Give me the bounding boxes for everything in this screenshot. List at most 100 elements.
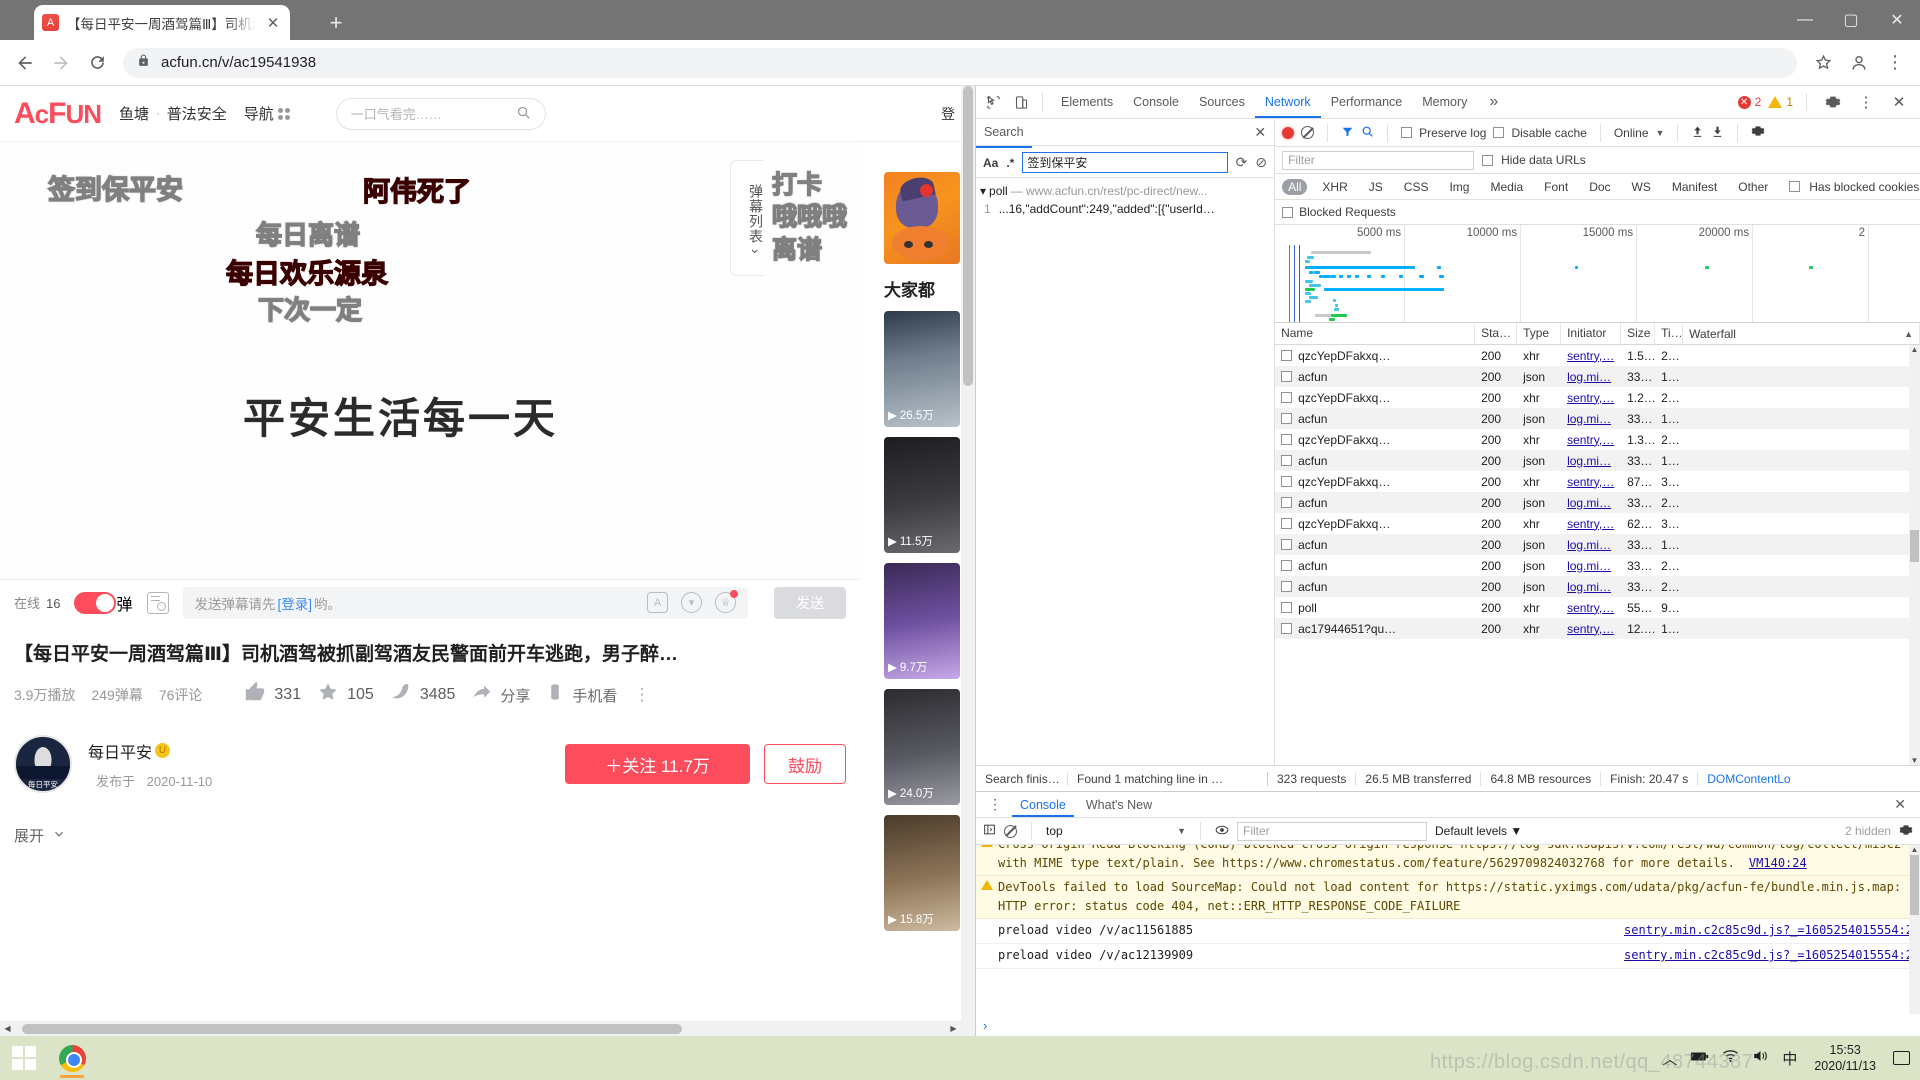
console-filter-input[interactable]: Filter (1237, 822, 1427, 841)
col-status[interactable]: Sta… (1475, 323, 1517, 344)
network-settings-gear-icon[interactable] (1751, 124, 1765, 141)
search-clear-icon[interactable]: ⊘ (1255, 154, 1267, 171)
row-checkbox[interactable] (1281, 434, 1292, 445)
row-initiator[interactable]: sentry,… (1561, 349, 1621, 363)
console-scroll-thumb[interactable] (1910, 855, 1919, 915)
network-row[interactable]: ac17944651?qu…200xhrsentry,…12.…1… (1275, 618, 1920, 639)
browser-menu-icon[interactable]: ⋮ (1878, 46, 1912, 80)
col-name[interactable]: Name (1275, 323, 1475, 344)
danmaku-list-tab[interactable]: 弹幕列表 › (730, 160, 764, 276)
row-checkbox[interactable] (1281, 455, 1292, 466)
error-count[interactable]: ✕ 2 (1738, 95, 1762, 109)
row-initiator[interactable]: sentry,… (1561, 622, 1621, 636)
row-initiator-link[interactable]: sentry,… (1567, 622, 1614, 636)
mobile-watch-button[interactable]: 手机看 (546, 683, 617, 707)
avatar[interactable]: 每日平安 (14, 735, 72, 793)
row-checkbox[interactable] (1281, 392, 1292, 403)
search-result-line[interactable]: 1 ...16,"addCount":249,"added":[{"userId… (980, 202, 1270, 216)
row-initiator[interactable]: sentry,… (1561, 391, 1621, 405)
network-table-body[interactable]: qzcYepDFakxq…200xhrsentry,…1.5…2… acfun20… (1275, 345, 1920, 765)
gift-icon[interactable]: ♕ (715, 592, 736, 613)
network-row[interactable]: acfun200jsonlog.mi…33…1… (1275, 408, 1920, 429)
banana-button[interactable]: 3485 (390, 681, 456, 709)
wifi-icon[interactable] (1722, 1049, 1739, 1067)
inspect-element-icon[interactable] (980, 89, 1006, 115)
video-player[interactable]: AcFUN 签到保平安阿伟死了每日离谱每日欢乐源泉下次一定平安生活每一天两分钟前… (0, 142, 860, 579)
close-window-button[interactable]: ✕ (1874, 0, 1920, 40)
cheer-button[interactable]: 鼓励 (764, 744, 846, 784)
network-row[interactable]: qzcYepDFakxq…200xhrsentry,…62…3… (1275, 513, 1920, 534)
bookmark-star-icon[interactable] (1806, 46, 1840, 80)
expand-description[interactable]: 展开 (14, 825, 975, 846)
devtools-tab-performance[interactable]: Performance (1321, 86, 1413, 118)
console-scrollbar[interactable]: ▲ (1909, 845, 1920, 1014)
network-filter-input[interactable]: Filter (1282, 151, 1474, 170)
record-icon[interactable] (1282, 127, 1294, 139)
row-checkbox[interactable] (1281, 476, 1292, 487)
network-row[interactable]: acfun200jsonlog.mi…33…1… (1275, 534, 1920, 555)
start-button[interactable] (0, 1036, 48, 1080)
row-checkbox[interactable] (1281, 497, 1292, 508)
page-hscroll-thumb[interactable] (22, 1024, 682, 1034)
row-initiator[interactable]: log.mi… (1561, 496, 1621, 510)
blocked-requests-checkbox[interactable] (1282, 207, 1293, 218)
tab-close-icon[interactable]: ✕ (264, 14, 282, 32)
video-more-icon[interactable]: ⋮ (633, 685, 650, 705)
devtools-tab-console[interactable]: Console (1123, 86, 1189, 118)
network-row[interactable]: qzcYepDFakxq…200xhrsentry,…1.5…2… (1275, 345, 1920, 366)
row-initiator[interactable]: sentry,… (1561, 517, 1621, 531)
new-tab-button[interactable]: + (322, 9, 350, 37)
console-source-link[interactable]: sentry.min.c2c85c9d.js?_=1605254015554:2 (1610, 946, 1913, 965)
halloween-banner[interactable] (884, 172, 960, 264)
type-filter-xhr[interactable]: XHR (1316, 179, 1353, 195)
like-button[interactable]: 331 (244, 681, 301, 709)
chevron-up-icon[interactable]: ︿ (1662, 1048, 1677, 1069)
follow-button[interactable]: ＋关注 11.7万 (565, 744, 750, 784)
color-picker-icon[interactable]: ▾ (681, 592, 702, 613)
network-row[interactable]: qzcYepDFakxq…200xhrsentry,…1.2…2… (1275, 387, 1920, 408)
row-initiator-link[interactable]: log.mi… (1567, 454, 1611, 468)
danmaku-settings-icon[interactable] (147, 592, 169, 614)
row-initiator-link[interactable]: log.mi… (1567, 580, 1611, 594)
row-checkbox[interactable] (1281, 371, 1292, 382)
row-initiator-link[interactable]: sentry,… (1567, 475, 1614, 489)
devtools-tab-sources[interactable]: Sources (1189, 86, 1255, 118)
nav-item-yutang[interactable]: 鱼塘 (119, 103, 149, 124)
type-filter-manifest[interactable]: Manifest (1666, 179, 1723, 195)
send-danmaku-button[interactable]: 发送 (774, 587, 846, 619)
type-filter-ws[interactable]: WS (1626, 179, 1657, 195)
clear-console-icon[interactable] (1004, 825, 1017, 838)
filter-funnel-icon[interactable] (1341, 125, 1354, 141)
group-expand-icon[interactable]: ▾ (980, 184, 986, 198)
back-icon[interactable] (8, 46, 42, 80)
search-pane-close-icon[interactable]: ✕ (1254, 124, 1266, 141)
type-filter-js[interactable]: JS (1363, 179, 1389, 195)
nav-item-daohang[interactable]: 导航 (244, 103, 290, 124)
console-settings-gear-icon[interactable] (1899, 823, 1913, 840)
type-filter-other[interactable]: Other (1732, 179, 1774, 195)
warning-count[interactable]: 1 (1768, 95, 1793, 109)
page-vertical-scrollbar[interactable] (961, 86, 975, 1036)
taskbar-clock[interactable]: 15:53 2020/11/13 (1810, 1042, 1880, 1074)
preserve-log-checkbox[interactable] (1401, 127, 1412, 138)
rail-video-thumb[interactable]: ▶24.0万 (884, 689, 960, 805)
col-time[interactable]: Ti… (1655, 323, 1683, 344)
col-size[interactable]: Size (1621, 323, 1655, 344)
profile-icon[interactable] (1842, 46, 1876, 80)
drawer-menu-icon[interactable]: ⋮ (982, 796, 1008, 813)
network-row[interactable]: acfun200jsonlog.mi…33…2… (1275, 555, 1920, 576)
network-scroll-thumb[interactable] (1910, 530, 1919, 562)
gear-icon[interactable] (1820, 89, 1846, 115)
more-tabs-button[interactable]: » (1479, 86, 1508, 118)
import-har-icon[interactable] (1691, 125, 1704, 141)
match-case-icon[interactable]: Aa (983, 156, 998, 170)
row-checkbox[interactable] (1281, 518, 1292, 529)
rail-video-thumb[interactable]: ▶26.5万 (884, 311, 960, 427)
rail-video-thumb[interactable]: ▶15.8万 (884, 815, 960, 931)
col-initiator[interactable]: Initiator (1561, 323, 1621, 344)
maximize-button[interactable]: ▢ (1828, 0, 1874, 40)
row-initiator[interactable]: log.mi… (1561, 370, 1621, 384)
reload-icon[interactable] (80, 46, 114, 80)
clear-network-icon[interactable] (1301, 126, 1314, 139)
row-initiator-link[interactable]: sentry,… (1567, 391, 1614, 405)
